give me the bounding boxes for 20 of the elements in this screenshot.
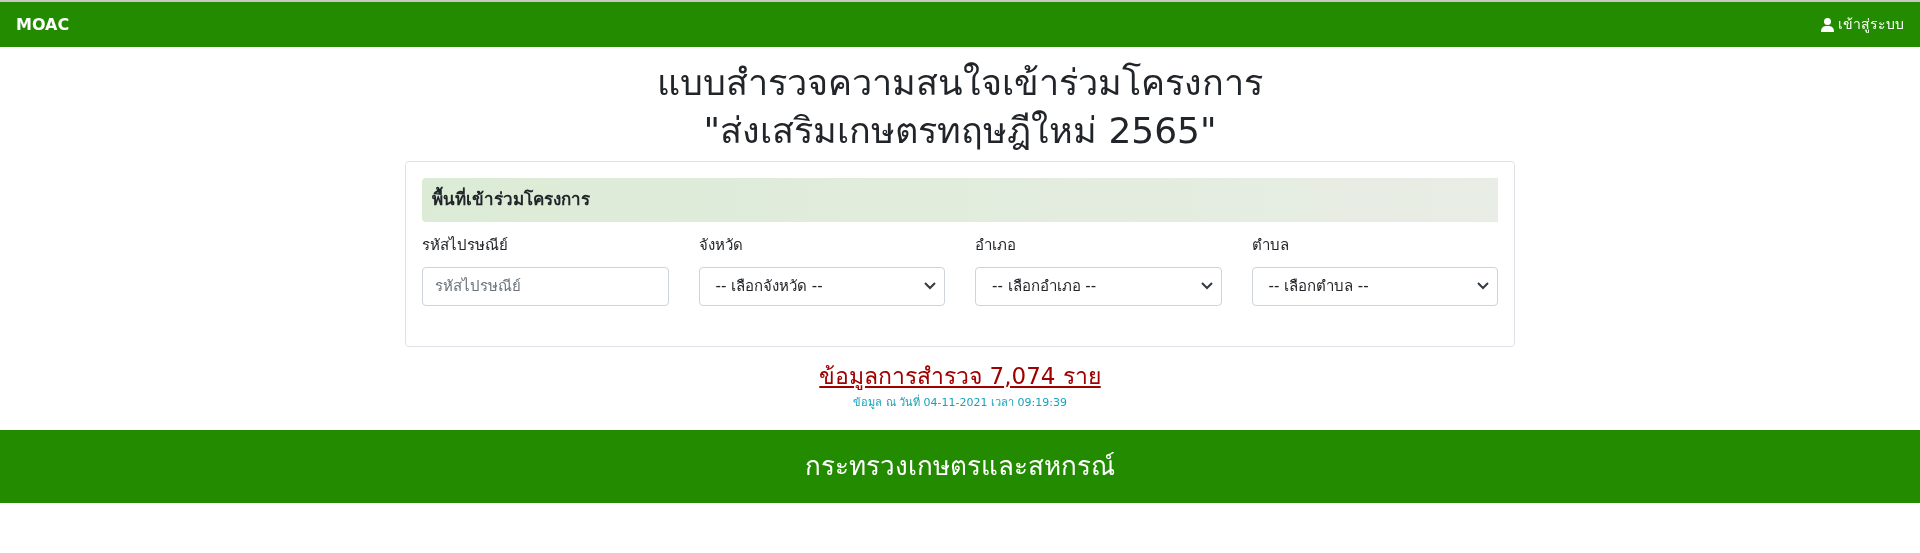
field-label: จังหวัด [698,235,744,256]
page-title: "ส่งเสริมเกษตรทฤษฎีใหม่ 2565" [703,109,1217,153]
section-header: พื้นที่เข้าร่วมโครงการ [422,178,1498,222]
login-link[interactable]: เข้าสู่ระบบ [1821,14,1904,35]
dropdown[interactable]: -- เลือกอำเภอ -- [975,266,1222,306]
field-label: อำเภอ [975,235,1017,256]
chevron-down-icon [924,282,936,290]
footer-text: กระทรวงเกษตรและสหกรณ์ [805,449,1115,483]
chevron-down-icon [1477,282,1489,290]
field-label: รหัสไปรษณีย์ [422,235,509,256]
chevron-down-icon [1200,282,1213,290]
updated-timestamp: ข้อมูล ณ วันที่ 04-11-2021 เวลา 09:19:39 [853,395,1067,411]
dropdown[interactable]: -- เลือกจังหวัด -- [698,266,945,306]
user-icon [1821,17,1834,32]
survey-count-link[interactable]: ข้อมูลการสำรวจ 7,074 ราย [819,358,1101,393]
page-title: แบบสำรวจความสนใจเข้าร่วมโครงการ [657,61,1263,105]
postal-code-field[interactable]: รหัสไปรษณีย์ [422,266,669,306]
field-label: ตำบล [1251,235,1290,256]
brand-link[interactable]: MOAC [16,12,70,37]
dropdown[interactable]: -- เลือกตำบล -- [1251,266,1498,306]
